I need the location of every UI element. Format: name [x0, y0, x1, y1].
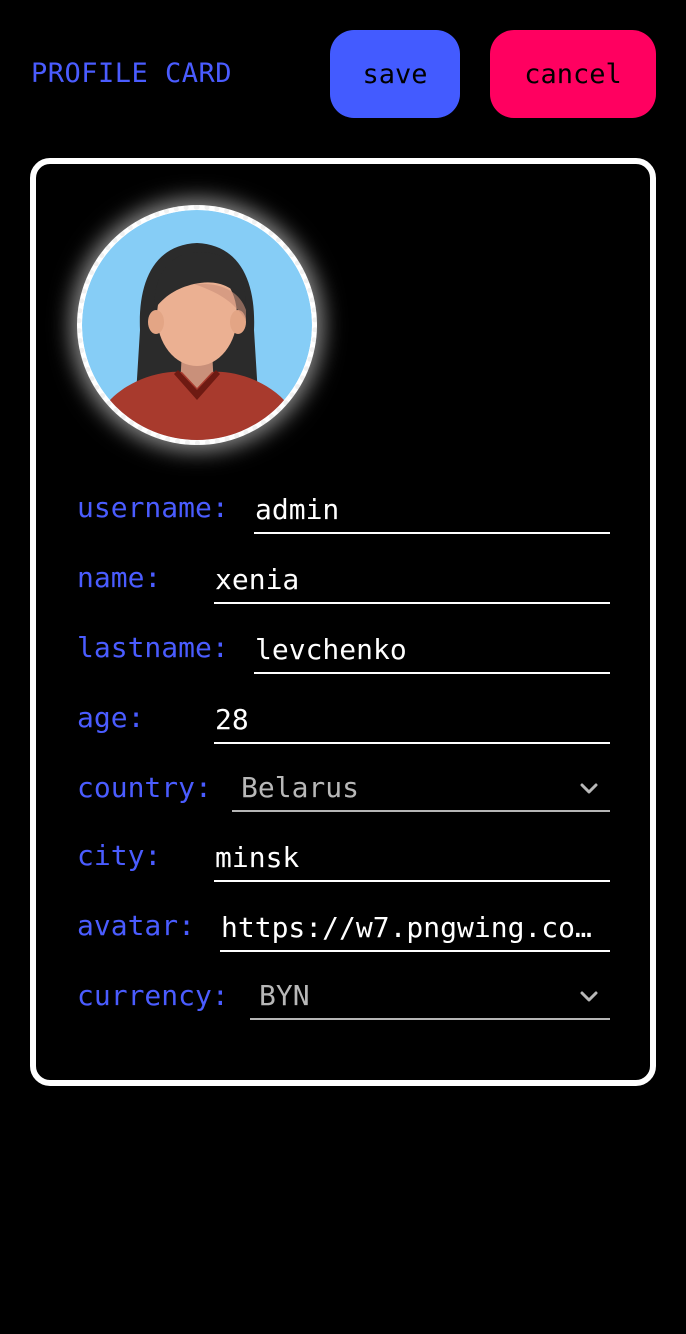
- name-input[interactable]: xenia: [214, 560, 610, 604]
- page-title: PROFILE CARD: [31, 58, 233, 89]
- username-label: username:: [77, 491, 229, 524]
- city-input[interactable]: minsk: [214, 838, 610, 882]
- age-input[interactable]: 28: [214, 700, 610, 744]
- cancel-button[interactable]: cancel: [490, 30, 656, 118]
- currency-select-value: BYN: [259, 979, 310, 1012]
- save-button[interactable]: save: [330, 30, 460, 118]
- username-input[interactable]: admin: [254, 490, 610, 534]
- currency-select[interactable]: BYN: [250, 976, 610, 1020]
- chevron-down-icon: [580, 991, 598, 1002]
- city-label: city:: [77, 839, 162, 872]
- age-label: age:: [77, 701, 145, 734]
- lastname-input[interactable]: levchenko: [254, 630, 610, 674]
- avatar-label: avatar:: [77, 909, 196, 942]
- name-label: name:: [77, 561, 162, 594]
- country-label: country:: [77, 771, 212, 804]
- lastname-label: lastname:: [77, 631, 229, 664]
- woman-avatar-icon: [82, 210, 312, 440]
- avatar-url-input[interactable]: https://w7.pngwing.co…: [220, 908, 610, 952]
- country-select-value: Belarus: [241, 771, 360, 804]
- country-select[interactable]: Belarus: [232, 768, 610, 812]
- currency-label: currency:: [77, 979, 229, 1012]
- chevron-down-icon: [580, 783, 598, 794]
- avatar: [77, 205, 317, 445]
